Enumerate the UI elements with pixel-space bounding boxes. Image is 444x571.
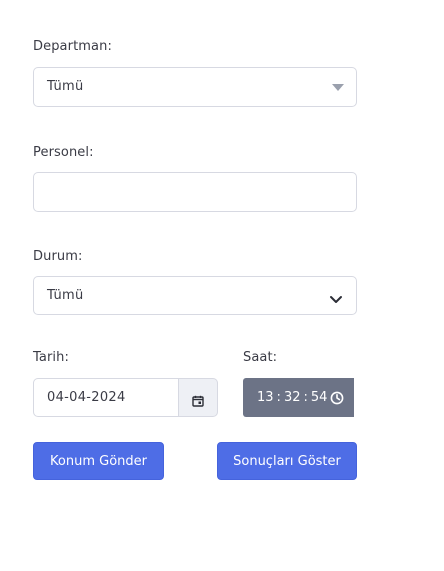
durum-selected-value: Tümü: [47, 288, 84, 303]
departman-select[interactable]: Tümü: [33, 67, 357, 107]
clock-icon[interactable]: [330, 391, 344, 405]
departman-selected-value: Tümü: [47, 79, 84, 94]
durum-select[interactable]: Tümü: [33, 276, 357, 315]
konum-gonder-button[interactable]: Konum Gönder: [33, 442, 164, 480]
personel-label: Personel:: [33, 145, 94, 160]
saat-minute[interactable]: 32: [284, 390, 301, 405]
chevron-down-icon: [329, 290, 343, 303]
saat-second[interactable]: 54: [311, 390, 328, 405]
saat-separator: :: [303, 390, 308, 405]
saat-hour[interactable]: 13: [257, 390, 274, 405]
departman-label: Departman:: [33, 39, 112, 54]
saat-label: Saat:: [243, 350, 278, 365]
personel-input[interactable]: [33, 172, 357, 212]
tarih-input-value: 04-04-2024: [47, 390, 126, 405]
dropdown-arrow-icon: [332, 84, 344, 91]
calendar-button[interactable]: [179, 378, 218, 417]
saat-time-input[interactable]: 13 : 32 : 54: [243, 378, 354, 417]
calendar-icon: [192, 392, 204, 407]
sonuclari-goster-button[interactable]: Sonuçları Göster: [217, 442, 357, 480]
tarih-input[interactable]: 04-04-2024: [33, 378, 179, 417]
durum-label: Durum:: [33, 249, 83, 264]
tarih-label: Tarih:: [33, 350, 69, 365]
saat-separator: :: [276, 390, 281, 405]
